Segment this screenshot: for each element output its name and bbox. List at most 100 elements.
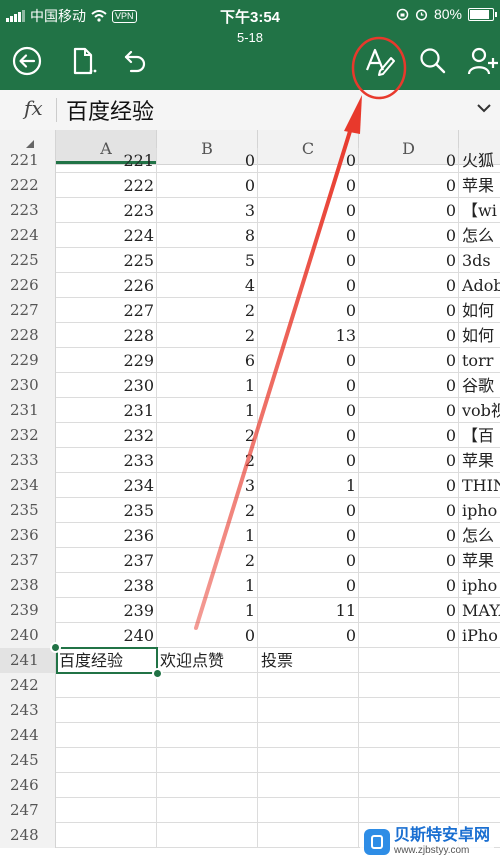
cell-e[interactable]: 苹果	[459, 173, 500, 198]
cell-a[interactable]: 235	[56, 498, 157, 523]
cell-d[interactable]: 0	[359, 323, 459, 348]
cell-b[interactable]	[157, 723, 258, 748]
cell-b[interactable]: 1	[157, 573, 258, 598]
cell-c[interactable]	[258, 823, 359, 848]
cell-e[interactable]: 苹果	[459, 448, 500, 473]
cell-b[interactable]: 4	[157, 273, 258, 298]
cell-d[interactable]	[359, 798, 459, 823]
cell-a[interactable]	[56, 673, 157, 698]
cell-e[interactable]: vob视	[459, 398, 500, 423]
cell-b[interactable]: 欢迎点赞	[157, 648, 258, 673]
cell-b[interactable]	[157, 748, 258, 773]
cell-b[interactable]	[157, 673, 258, 698]
cell-d[interactable]	[359, 698, 459, 723]
cell-a[interactable]: 239	[56, 598, 157, 623]
cell-c[interactable]: 0	[258, 523, 359, 548]
cell-e[interactable]: 如何	[459, 323, 500, 348]
back-icon[interactable]	[10, 44, 44, 78]
undo-icon[interactable]	[117, 44, 151, 78]
row-header[interactable]: 239	[0, 598, 56, 623]
row-header[interactable]: 245	[0, 748, 56, 773]
cell-b[interactable]: 1	[157, 598, 258, 623]
cell-e[interactable]: THIN	[459, 473, 500, 498]
cell-c[interactable]	[258, 698, 359, 723]
cell-c[interactable]	[258, 748, 359, 773]
cell-e[interactable]: 火狐	[459, 148, 500, 173]
cell-a[interactable]	[56, 698, 157, 723]
row-header[interactable]: 223	[0, 198, 56, 223]
cell-a[interactable]: 237	[56, 548, 157, 573]
row-header[interactable]: 235	[0, 498, 56, 523]
cell-d[interactable]: 0	[359, 398, 459, 423]
cell-a[interactable]: 231	[56, 398, 157, 423]
cell-a[interactable]	[56, 773, 157, 798]
cell-e[interactable]: 【百	[459, 423, 500, 448]
row-header[interactable]: 232	[0, 423, 56, 448]
cell-c[interactable]: 0	[258, 398, 359, 423]
cell-d[interactable]: 0	[359, 523, 459, 548]
cell-d[interactable]: 0	[359, 623, 459, 648]
formula-bar[interactable]: fx 百度经验	[0, 90, 500, 131]
cell-e[interactable]	[459, 698, 500, 723]
cell-a[interactable]: 222	[56, 173, 157, 198]
cell-b[interactable]: 0	[157, 623, 258, 648]
cell-a[interactable]: 229	[56, 348, 157, 373]
cell-b[interactable]	[157, 798, 258, 823]
cell-b[interactable]: 6	[157, 348, 258, 373]
row-header[interactable]: 240	[0, 623, 56, 648]
cell-c[interactable]: 0	[258, 623, 359, 648]
cell-d[interactable]: 0	[359, 548, 459, 573]
cell-d[interactable]: 0	[359, 348, 459, 373]
cell-a[interactable]: 234	[56, 473, 157, 498]
cell-b[interactable]: 1	[157, 523, 258, 548]
cell-b[interactable]: 0	[157, 148, 258, 173]
row-header[interactable]: 226	[0, 273, 56, 298]
cell-c[interactable]: 0	[258, 198, 359, 223]
cell-d[interactable]: 0	[359, 198, 459, 223]
formula-input[interactable]: 百度经验	[66, 94, 154, 126]
cell-a[interactable]: 238	[56, 573, 157, 598]
format-pen-icon[interactable]	[362, 44, 396, 78]
cell-b[interactable]: 2	[157, 448, 258, 473]
row-header[interactable]: 230	[0, 373, 56, 398]
cell-d[interactable]	[359, 773, 459, 798]
cell-e[interactable]	[459, 798, 500, 823]
cell-e[interactable]: ipho	[459, 498, 500, 523]
row-header[interactable]: 222	[0, 173, 56, 198]
cell-c[interactable]: 0	[258, 248, 359, 273]
cell-a[interactable]: 228	[56, 323, 157, 348]
cell-a[interactable]	[56, 823, 157, 848]
cell-e[interactable]: ipho	[459, 573, 500, 598]
cell-e[interactable]	[459, 723, 500, 748]
cell-a[interactable]	[56, 748, 157, 773]
cell-b[interactable]: 2	[157, 323, 258, 348]
add-person-icon[interactable]	[466, 44, 500, 78]
row-header[interactable]: 246	[0, 773, 56, 798]
cell-e[interactable]: 【wi	[459, 198, 500, 223]
cell-a[interactable]: 百度经验	[56, 648, 157, 673]
cell-b[interactable]: 0	[157, 173, 258, 198]
row-header[interactable]: 244	[0, 723, 56, 748]
cell-c[interactable]: 0	[258, 573, 359, 598]
cell-a[interactable]: 224	[56, 223, 157, 248]
cell-d[interactable]: 0	[359, 573, 459, 598]
cell-d[interactable]: 0	[359, 423, 459, 448]
cell-d[interactable]: 0	[359, 598, 459, 623]
cell-e[interactable]: 如何	[459, 298, 500, 323]
cell-d[interactable]: 0	[359, 473, 459, 498]
cell-d[interactable]: 0	[359, 498, 459, 523]
row-header[interactable]: 224	[0, 223, 56, 248]
row-header[interactable]: 233	[0, 448, 56, 473]
cell-e[interactable]: torr	[459, 348, 500, 373]
cell-c[interactable]	[258, 773, 359, 798]
cell-e[interactable]: MAYA	[459, 598, 500, 623]
search-icon[interactable]	[416, 44, 450, 78]
cell-b[interactable]: 3	[157, 198, 258, 223]
row-header[interactable]: 241	[0, 648, 56, 673]
row-header[interactable]: 243	[0, 698, 56, 723]
cell-e[interactable]	[459, 648, 500, 673]
cell-e[interactable]	[459, 673, 500, 698]
cell-e[interactable]: 苹果	[459, 548, 500, 573]
selection-handle-top[interactable]	[50, 642, 61, 653]
cell-d[interactable]: 0	[359, 273, 459, 298]
